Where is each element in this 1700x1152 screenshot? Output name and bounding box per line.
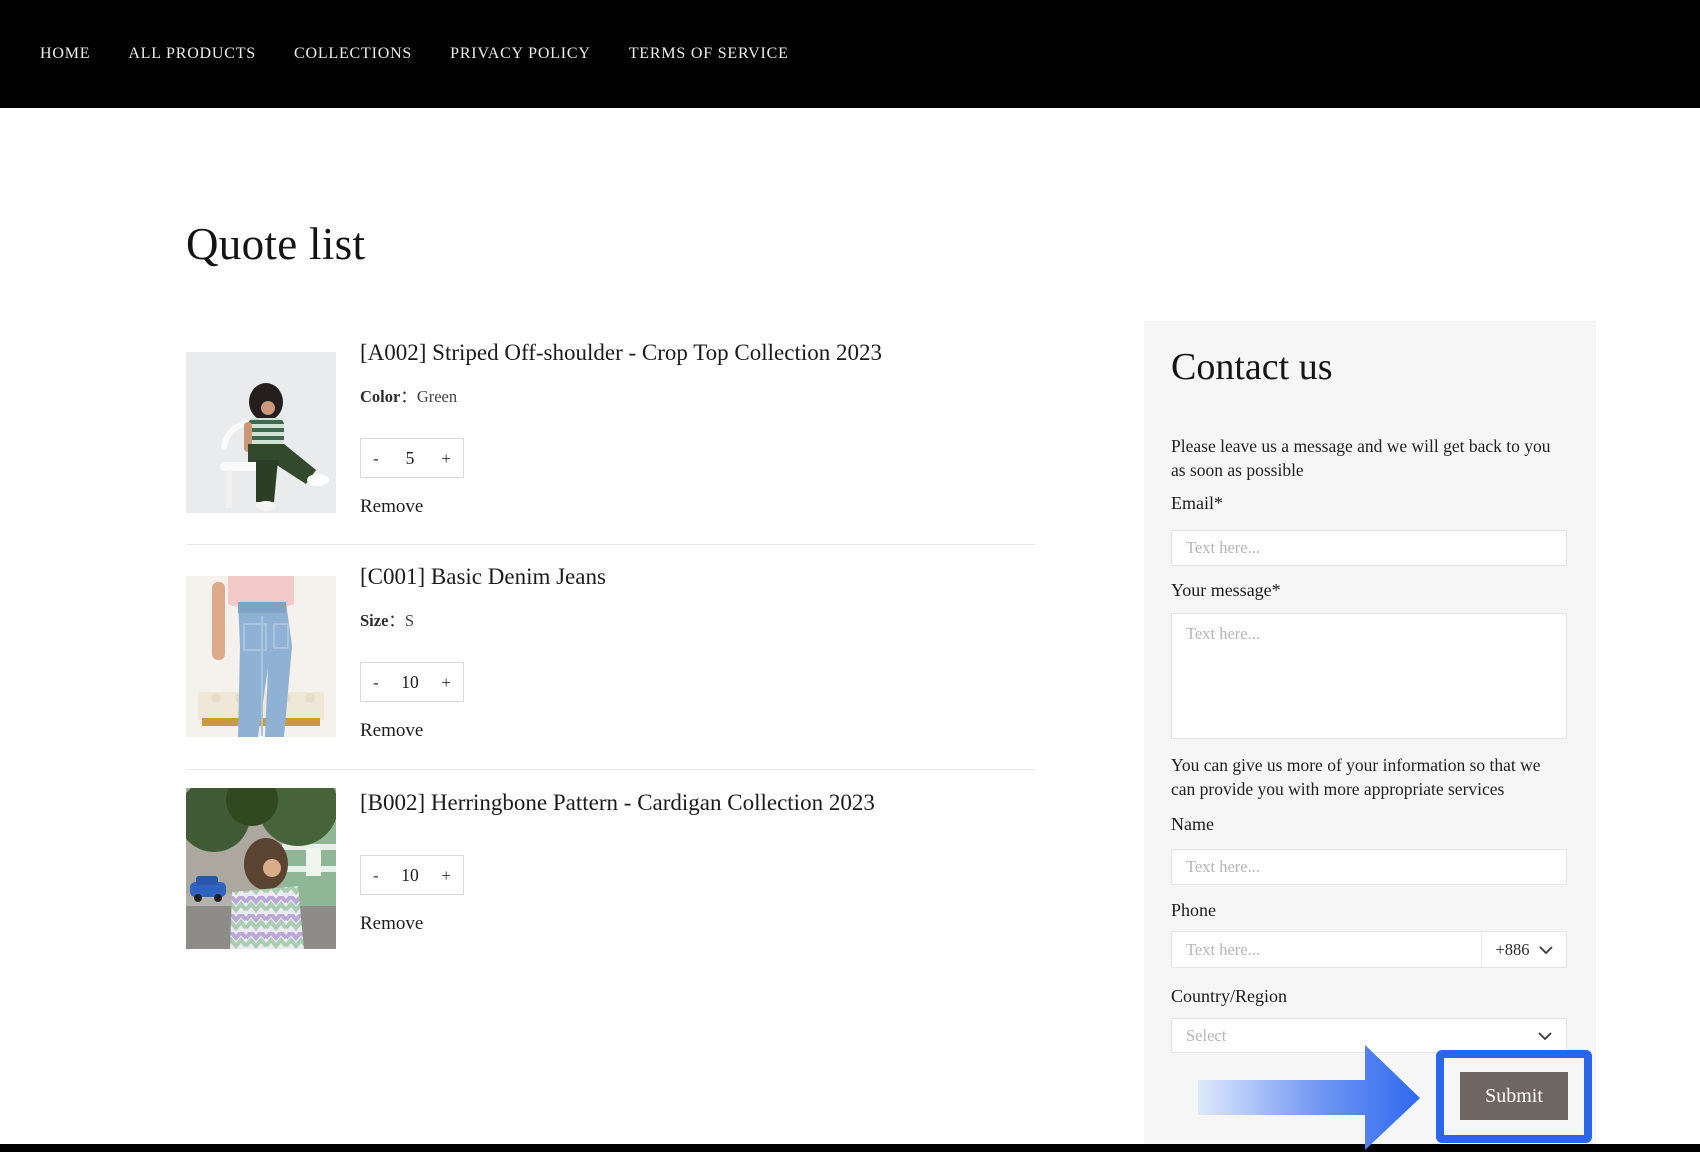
contact-title: Contact us [1171, 345, 1332, 389]
email-field[interactable] [1171, 530, 1567, 566]
quote-list-item: [B002] Herringbone Pattern - Cardigan Co… [186, 788, 1046, 950]
contact-info-note: You can give us more of your information… [1171, 753, 1569, 801]
contact-us-panel: Contact us Please leave us a message and… [1144, 321, 1596, 1152]
annotation-arrow-icon [1192, 1040, 1424, 1152]
nav-item-all-products[interactable]: ALL PRODUCTS [128, 45, 256, 63]
remove-link[interactable]: Remove [360, 913, 423, 935]
increase-quantity-button[interactable]: + [441, 867, 451, 884]
variant-separator: ： [400, 387, 417, 406]
page: HOME ALL PRODUCTS COLLECTIONS PRIVACY PO… [0, 0, 1700, 1152]
increase-quantity-button[interactable]: + [441, 450, 451, 467]
quote-list-item: [A002] Striped Off-shoulder - Crop Top C… [186, 352, 1046, 514]
product-variant: Color：Green [360, 383, 457, 407]
product-details: [A002] Striped Off-shoulder - Crop Top C… [360, 352, 1040, 514]
variant-label: Size [360, 611, 388, 630]
remove-link[interactable]: Remove [360, 496, 423, 518]
phone-country-code-value: +886 [1495, 940, 1529, 960]
phone-label: Phone [1171, 900, 1216, 921]
top-nav: HOME ALL PRODUCTS COLLECTIONS PRIVACY PO… [0, 0, 1700, 108]
quantity-input[interactable] [393, 865, 427, 886]
product-details: [C001] Basic Denim Jeans Size：S - + Remo… [360, 576, 1040, 738]
phone-field[interactable] [1172, 932, 1481, 967]
product-title: [B002] Herringbone Pattern - Cardigan Co… [360, 790, 875, 816]
chevron-down-icon [1538, 1032, 1552, 1040]
quantity-input[interactable] [393, 672, 427, 693]
decrease-quantity-button[interactable]: - [373, 867, 379, 884]
product-title: [A002] Striped Off-shoulder - Crop Top C… [360, 340, 882, 366]
variant-label: Color [360, 387, 400, 406]
product-variant: Size：S [360, 607, 414, 631]
phone-input-group: +886 [1171, 931, 1567, 968]
message-field[interactable] [1171, 613, 1567, 739]
product-title: [C001] Basic Denim Jeans [360, 564, 606, 590]
quantity-stepper: - + [360, 662, 464, 702]
quantity-stepper: - + [360, 438, 464, 478]
contact-intro-text: Please leave us a message and we will ge… [1171, 434, 1569, 482]
product-image [186, 352, 336, 513]
quote-list-item: [C001] Basic Denim Jeans Size：S - + Remo… [186, 576, 1046, 738]
name-field[interactable] [1171, 849, 1567, 885]
nav-item-collections[interactable]: COLLECTIONS [294, 45, 412, 63]
variant-value: Green [417, 387, 457, 406]
name-label: Name [1171, 814, 1214, 835]
product-image [186, 576, 336, 737]
decrease-quantity-button[interactable]: - [373, 450, 379, 467]
quantity-stepper: - + [360, 855, 464, 895]
product-details: [B002] Herringbone Pattern - Cardigan Co… [360, 788, 1040, 950]
increase-quantity-button[interactable]: + [441, 674, 451, 691]
item-divider [186, 544, 1035, 545]
submit-highlight-box [1436, 1050, 1592, 1143]
footer-strip [0, 1144, 1700, 1152]
page-title: Quote list [186, 218, 365, 270]
decrease-quantity-button[interactable]: - [373, 674, 379, 691]
email-label: Email* [1171, 493, 1223, 514]
country-region-label: Country/Region [1171, 986, 1287, 1007]
remove-link[interactable]: Remove [360, 720, 423, 742]
quantity-input[interactable] [393, 448, 427, 469]
nav-item-terms-of-service[interactable]: TERMS OF SERVICE [629, 45, 789, 63]
phone-country-code-selector[interactable]: +886 [1481, 932, 1566, 967]
item-divider [186, 769, 1035, 770]
product-image [186, 788, 336, 949]
message-label: Your message* [1171, 580, 1281, 601]
chevron-down-icon [1539, 946, 1553, 954]
nav-item-home[interactable]: HOME [40, 45, 90, 63]
nav-item-privacy-policy[interactable]: PRIVACY POLICY [450, 45, 591, 63]
variant-separator: ： [388, 611, 405, 630]
variant-value: S [405, 611, 414, 630]
